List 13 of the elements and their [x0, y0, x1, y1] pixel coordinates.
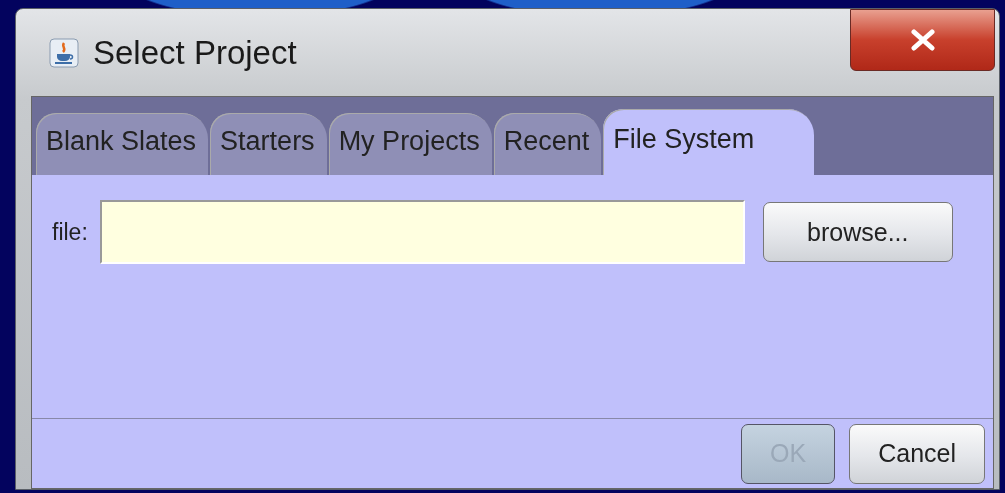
- tab[interactable]: Blank Slates: [36, 113, 209, 175]
- tab[interactable]: My Projects: [328, 113, 492, 175]
- close-icon: [909, 29, 936, 51]
- close-button[interactable]: [850, 9, 995, 71]
- file-input-field[interactable]: [99, 200, 745, 264]
- browse-button[interactable]: browse...: [762, 202, 953, 262]
- file-label: file:: [52, 218, 88, 246]
- tab[interactable]: Starters: [210, 113, 327, 175]
- tab[interactable]: Recent: [493, 113, 602, 175]
- tab[interactable]: File System: [603, 109, 815, 175]
- coffee-cup-icon: [49, 37, 79, 68]
- window-title: Select Project: [93, 33, 297, 72]
- cancel-button[interactable]: Cancel: [849, 423, 985, 484]
